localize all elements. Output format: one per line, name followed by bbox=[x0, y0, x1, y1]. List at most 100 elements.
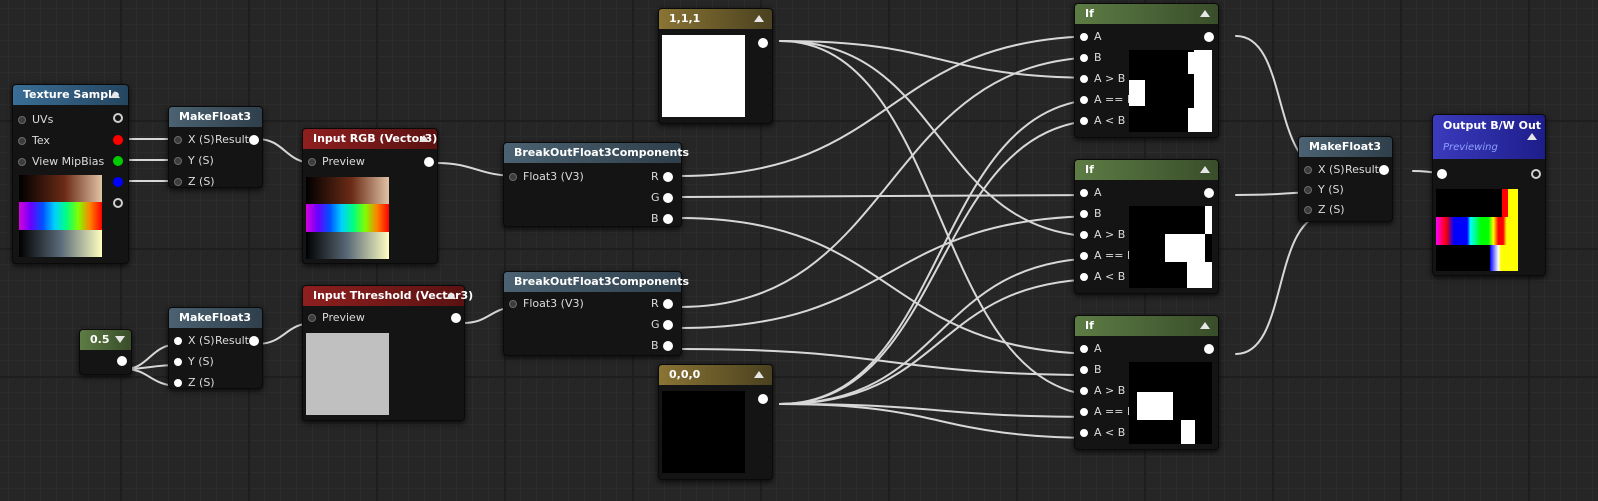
collapse-triangle-icon[interactable] bbox=[110, 91, 120, 98]
makefloat3-bottom-header[interactable]: MakeFloat3 bbox=[169, 308, 262, 328]
collapse-triangle-icon[interactable] bbox=[754, 15, 764, 22]
collapse-triangle-icon[interactable] bbox=[446, 292, 456, 299]
a-greater-b-input-pin[interactable]: A > B bbox=[1075, 72, 1125, 86]
g-output-pin[interactable] bbox=[663, 320, 673, 330]
input-pin[interactable] bbox=[1437, 169, 1447, 179]
makefloat3-bottom-node[interactable]: MakeFloat3 X (S) Y (S) Z (S) Result bbox=[168, 307, 263, 389]
a-output-pin[interactable] bbox=[113, 198, 123, 208]
z-input-pin[interactable]: Z (S) bbox=[169, 175, 215, 189]
a-less-b-input-pin[interactable]: A < B bbox=[1075, 114, 1125, 128]
b-input-pin[interactable]: B bbox=[1075, 51, 1102, 65]
scalar-header[interactable]: 0.5 bbox=[80, 330, 131, 350]
secondary-pin[interactable] bbox=[1531, 169, 1541, 179]
makefloat3-right-node[interactable]: MakeFloat3 X (S) Y (S) Z (S) Result bbox=[1298, 136, 1393, 222]
b-output-pin[interactable] bbox=[663, 341, 673, 351]
node-title: BreakOutFloat3Components bbox=[514, 275, 690, 288]
b-output-pin[interactable] bbox=[113, 177, 123, 187]
scalar-node[interactable]: 0.5 bbox=[79, 329, 132, 375]
makefloat3-top-node[interactable]: MakeFloat3 X (S) Y (S) Z (S) Result bbox=[168, 106, 263, 188]
b-input-pin[interactable]: B bbox=[1075, 207, 1102, 221]
collapse-triangle-icon[interactable] bbox=[1527, 133, 1537, 140]
a-less-b-input-pin[interactable]: A < B bbox=[1075, 426, 1125, 440]
r-output-pin[interactable] bbox=[113, 135, 123, 145]
output-pin[interactable] bbox=[1204, 188, 1214, 198]
constant-111-node[interactable]: 1,1,1 bbox=[658, 8, 773, 124]
input-threshold-node[interactable]: Input Threshold (Vector3) Preview bbox=[302, 285, 473, 421]
a-greater-b-input-pin[interactable]: A > B bbox=[1075, 384, 1125, 398]
float3-input-pin[interactable]: Float3 (V3) bbox=[504, 297, 584, 311]
y-input-pin[interactable]: Y (S) bbox=[1299, 183, 1344, 197]
if-node-header[interactable]: If bbox=[1075, 160, 1218, 180]
if-node-3[interactable]: If A B A > B A == B A < B bbox=[1074, 315, 1219, 450]
y-input-pin[interactable]: Y (S) bbox=[169, 355, 214, 369]
x-input-pin[interactable]: X (S) bbox=[169, 133, 215, 147]
result-output-label: Result bbox=[1345, 163, 1379, 176]
breakout-float3-top-node[interactable]: BreakOutFloat3Components Float3 (V3) R G… bbox=[503, 142, 689, 227]
if-node-2[interactable]: If A B A > B A == B A < B bbox=[1074, 159, 1219, 294]
constant-111-header[interactable]: 1,1,1 bbox=[659, 9, 772, 29]
a-equals-b-input-pin[interactable]: A == B bbox=[1075, 249, 1135, 263]
collapse-triangle-icon[interactable] bbox=[754, 371, 764, 378]
a-greater-b-input-pin[interactable]: A > B bbox=[1075, 228, 1125, 242]
x-input-pin[interactable]: X (S) bbox=[169, 334, 215, 348]
b-input-pin[interactable]: B bbox=[1075, 363, 1102, 377]
output-header[interactable]: Output B/W Out Previewing bbox=[1433, 115, 1545, 159]
if-node-header[interactable]: If bbox=[1075, 4, 1218, 24]
preview-input-pin[interactable]: Preview bbox=[303, 311, 365, 325]
output-pin[interactable] bbox=[451, 313, 461, 323]
makefloat3-top-header[interactable]: MakeFloat3 bbox=[169, 107, 262, 127]
x-input-pin[interactable]: X (S) bbox=[1299, 163, 1345, 177]
rgb-output-pin[interactable] bbox=[113, 113, 123, 123]
collapse-triangle-icon[interactable] bbox=[419, 135, 429, 142]
a-equals-b-input-pin[interactable]: A == B bbox=[1075, 93, 1135, 107]
input-rgb-node[interactable]: Input RGB (Vector3) Preview bbox=[302, 128, 438, 264]
a-input-pin[interactable]: A bbox=[1075, 186, 1102, 200]
constant-000-node[interactable]: 0,0,0 bbox=[658, 364, 773, 480]
input-rgb-header[interactable]: Input RGB (Vector3) bbox=[303, 129, 437, 149]
if-node-1[interactable]: If A B A > B A == B A < B bbox=[1074, 3, 1219, 138]
float3-input-pin[interactable]: Float3 (V3) bbox=[504, 170, 584, 184]
b-output-pin[interactable] bbox=[663, 214, 673, 224]
black-swatch bbox=[662, 391, 745, 473]
breakout-bottom-header[interactable]: BreakOutFloat3Components bbox=[504, 272, 689, 292]
node-title: 1,1,1 bbox=[669, 12, 701, 25]
result-output-pin[interactable] bbox=[249, 336, 259, 346]
r-output-pin[interactable] bbox=[663, 172, 673, 182]
collapse-triangle-icon[interactable] bbox=[1200, 322, 1210, 329]
y-input-pin[interactable]: Y (S) bbox=[169, 154, 214, 168]
g-output-pin[interactable] bbox=[113, 156, 123, 166]
expand-triangle-icon[interactable] bbox=[115, 336, 125, 343]
a-equals-b-input-pin[interactable]: A == B bbox=[1075, 405, 1135, 419]
result-output-pin[interactable] bbox=[1379, 165, 1389, 175]
g-output-label: G bbox=[651, 191, 660, 204]
z-input-pin[interactable]: Z (S) bbox=[1299, 203, 1345, 217]
texture-sample-header[interactable]: Texture Sample bbox=[13, 85, 128, 105]
output-pin[interactable] bbox=[1204, 32, 1214, 42]
z-input-pin[interactable]: Z (S) bbox=[169, 376, 215, 390]
tex-input-pin[interactable]: Tex bbox=[13, 134, 50, 148]
collapse-triangle-icon[interactable] bbox=[1200, 10, 1210, 17]
texture-sample-node[interactable]: Texture Sample UVs Tex View MipBias bbox=[12, 84, 129, 264]
output-pin[interactable] bbox=[758, 394, 768, 404]
breakout-top-header[interactable]: BreakOutFloat3Components bbox=[504, 143, 689, 163]
breakout-float3-bottom-node[interactable]: BreakOutFloat3Components Float3 (V3) R G… bbox=[503, 271, 689, 356]
a-less-b-input-pin[interactable]: A < B bbox=[1075, 270, 1125, 284]
output-pin[interactable] bbox=[1204, 344, 1214, 354]
output-pin[interactable] bbox=[424, 157, 434, 167]
if-node-header[interactable]: If bbox=[1075, 316, 1218, 336]
output-bw-node[interactable]: Output B/W Out Previewing bbox=[1432, 114, 1546, 276]
constant-000-header[interactable]: 0,0,0 bbox=[659, 365, 772, 385]
r-output-pin[interactable] bbox=[663, 299, 673, 309]
g-output-pin[interactable] bbox=[663, 193, 673, 203]
preview-input-pin[interactable]: Preview bbox=[303, 155, 365, 169]
makefloat3-right-header[interactable]: MakeFloat3 bbox=[1299, 137, 1392, 157]
a-input-pin[interactable]: A bbox=[1075, 342, 1102, 356]
uvs-input-pin[interactable]: UVs bbox=[13, 113, 53, 127]
a-input-pin[interactable]: A bbox=[1075, 30, 1102, 44]
result-output-pin[interactable] bbox=[249, 135, 259, 145]
input-threshold-header[interactable]: Input Threshold (Vector3) bbox=[303, 286, 473, 306]
output-pin[interactable] bbox=[117, 356, 127, 366]
view-mipbias-input-pin[interactable]: View MipBias bbox=[13, 155, 104, 169]
collapse-triangle-icon[interactable] bbox=[1200, 166, 1210, 173]
output-pin[interactable] bbox=[758, 38, 768, 48]
